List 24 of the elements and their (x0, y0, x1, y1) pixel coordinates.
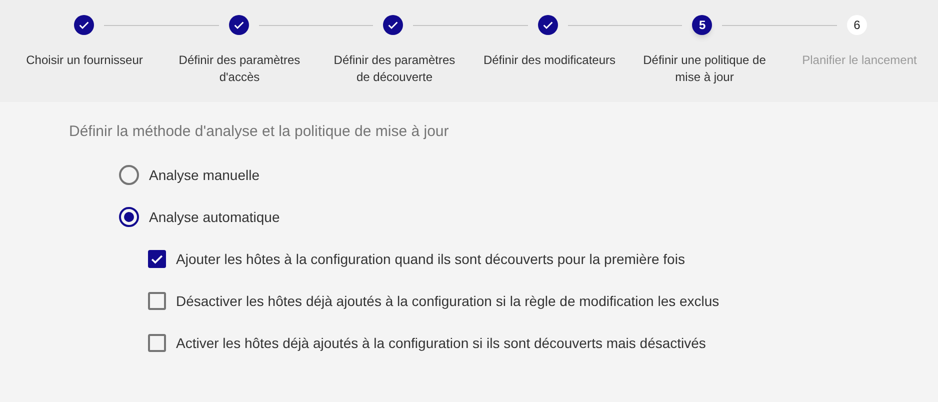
step-done-icon (74, 15, 94, 35)
radio-label: Analyse automatique (149, 208, 280, 227)
checkbox-label: Désactiver les hôtes déjà ajoutés à la configuration si la règle de modification les exclus (176, 292, 720, 311)
step-done-icon (228, 15, 249, 35)
radio-label: Analyse manuelle (149, 166, 260, 185)
checkbox[interactable] (148, 250, 166, 268)
check-icon (150, 252, 164, 266)
step-number: 6 (846, 15, 867, 35)
step-number: 5 (692, 15, 712, 35)
checkbox-label: Ajouter les hôtes à la configuration quand ils sont découverts pour la première fois (176, 250, 685, 269)
step-done-icon (383, 15, 404, 35)
radio-button[interactable] (119, 207, 139, 227)
step-label: Définir des paramètres d'accès (178, 52, 302, 86)
step-label: Définir des modificateurs (482, 52, 617, 69)
checkbox-label: Activer les hôtes déjà ajoutés à la configuration si ils sont découverts mais désactivés (176, 334, 706, 353)
radio-button[interactable] (119, 165, 139, 185)
step-label: Définir une politique de mise à jour (642, 52, 767, 86)
step-done-icon (538, 15, 558, 35)
checkbox[interactable] (148, 292, 166, 310)
section-title: Définir la méthode d'analyse et la politique de mise à jour (69, 122, 450, 142)
step-label: Définir des paramètres de découverte (332, 52, 456, 86)
checkbox[interactable] (148, 334, 166, 352)
step-label: Choisir un fournisseur (25, 52, 144, 69)
step-label: Planifier le lancement (801, 52, 918, 69)
